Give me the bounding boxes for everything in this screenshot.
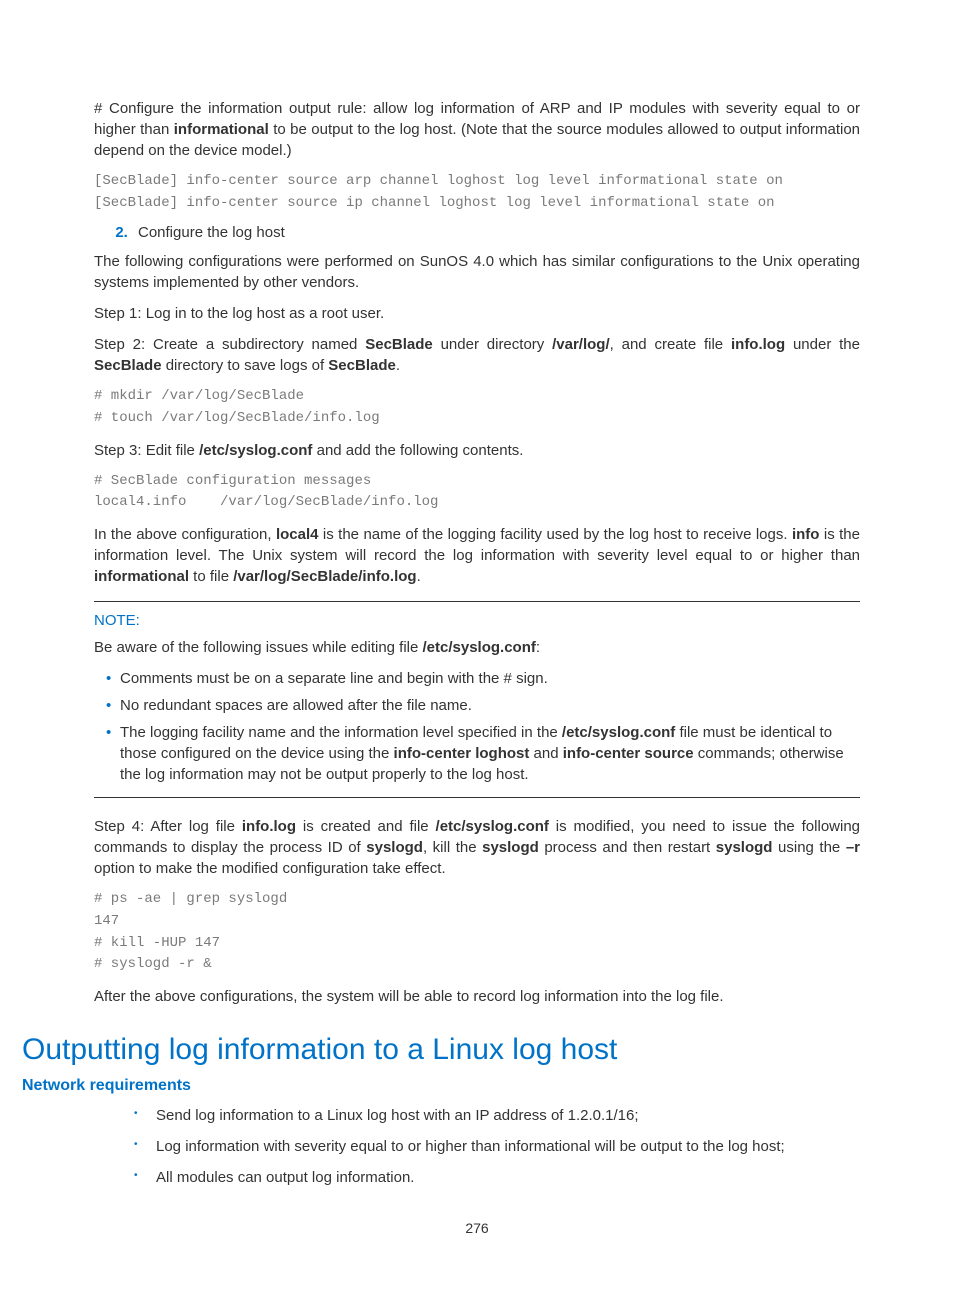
code-block-1: [SecBlade] info-center source arp channe…: [94, 171, 860, 214]
paragraph-after-step2: The following configurations were perfor…: [94, 251, 860, 293]
requirement-item: All modules can output log information.: [156, 1167, 860, 1188]
config-rule-paragraph: # Configure the information output rule:…: [94, 98, 860, 161]
note-bullet: The logging facility name and the inform…: [120, 722, 860, 785]
section-heading: Outputting log information to a Linux lo…: [22, 1033, 860, 1067]
step2-paragraph: Step 2: Create a subdirectory named SecB…: [94, 334, 860, 376]
note-intro: Be aware of the following issues while e…: [94, 637, 860, 658]
step1-paragraph: Step 1: Log in to the log host as a root…: [94, 303, 860, 324]
code-block-2: # mkdir /var/log/SecBlade # touch /var/l…: [94, 386, 860, 429]
step4-paragraph: Step 4: After log file info.log is creat…: [94, 816, 860, 879]
requirement-item: Log information with severity equal to o…: [156, 1136, 860, 1157]
subsection-heading: Network requirements: [22, 1077, 860, 1095]
code-block-4: # ps -ae | grep syslogd 147 # kill -HUP …: [94, 889, 860, 976]
note-block: NOTE: Be aware of the following issues w…: [94, 601, 860, 798]
requirement-item: Send log information to a Linux log host…: [156, 1105, 860, 1126]
page-number: 276: [0, 1220, 954, 1236]
network-requirements-list: Send log information to a Linux log host…: [94, 1105, 860, 1188]
conclusion: After the above configurations, the syst…: [94, 986, 860, 1007]
note-bullet: Comments must be on a separate line and …: [120, 668, 860, 689]
note-bullet: No redundant spaces are allowed after th…: [120, 695, 860, 716]
step3-paragraph: Step 3: Edit file /etc/syslog.conf and a…: [94, 440, 860, 461]
explain-paragraph: In the above configuration, local4 is th…: [94, 524, 860, 587]
note-bullets: Comments must be on a separate line and …: [94, 668, 860, 785]
step-configure-log-host: Configure the log host: [132, 224, 860, 241]
code-block-3: # SecBlade configuration messages local4…: [94, 471, 860, 514]
note-label: NOTE:: [94, 610, 860, 631]
